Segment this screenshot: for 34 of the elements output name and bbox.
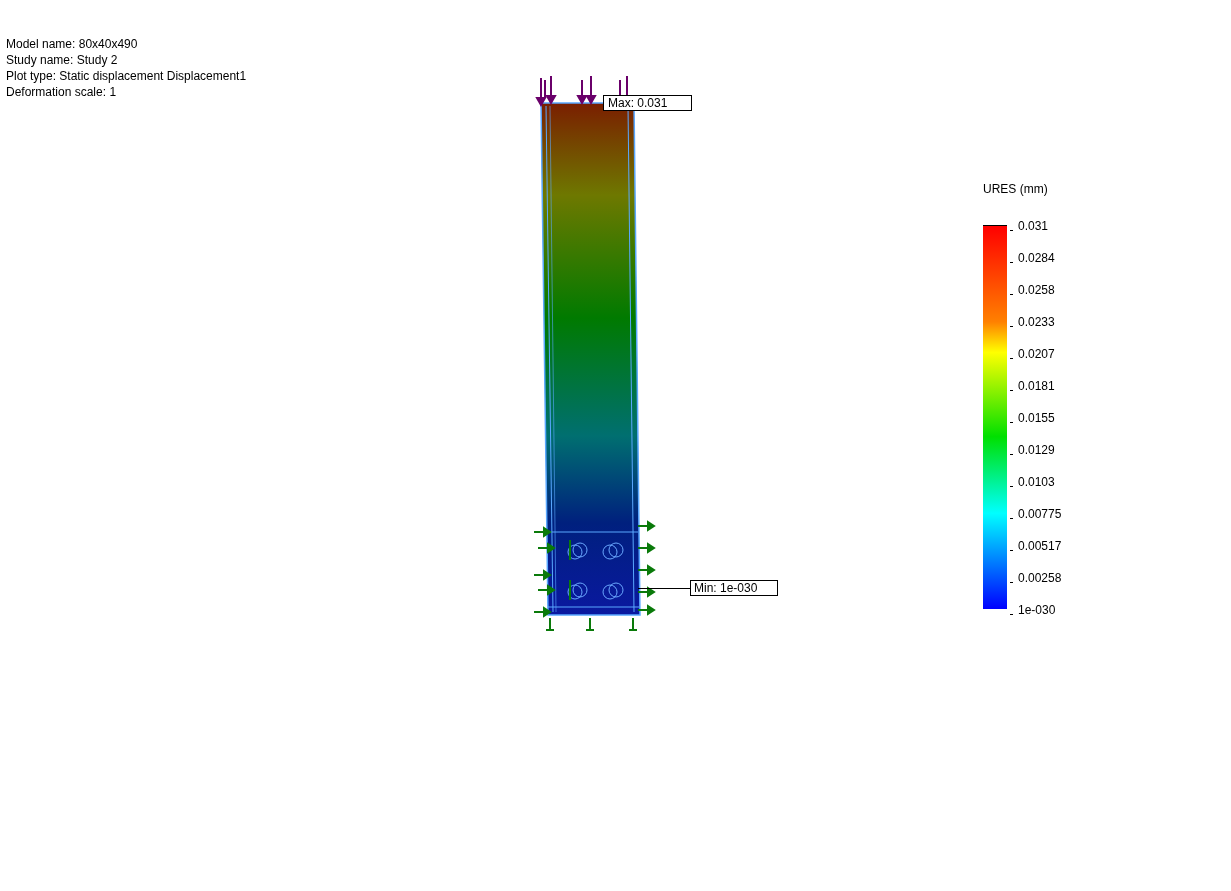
scale-tick: [1010, 325, 1013, 327]
scale-label: 0.0233: [1018, 315, 1055, 329]
scale-label: 0.0181: [1018, 379, 1055, 393]
scale-label: 0.031: [1018, 219, 1049, 233]
scale-tick: [1010, 549, 1013, 551]
scale-label: 0.0207: [1018, 347, 1055, 361]
scale-tick: [1010, 421, 1013, 423]
max-value-label: Max: 0.031: [603, 95, 692, 111]
scale-label: 0.0103: [1018, 475, 1055, 489]
scale-label: 0.00517: [1018, 539, 1062, 553]
plot-info-text: Plot type: Static displacement Displacement1: [6, 68, 247, 84]
scale-tick: [1010, 581, 1013, 583]
scale-tick: [1010, 293, 1013, 295]
legend-title: URES (mm): [983, 182, 1049, 196]
scale-label: 0.00775: [1018, 507, 1062, 521]
scale-label: 0.00258: [1018, 571, 1062, 585]
scale-tick: [1010, 229, 1013, 231]
scale-label: 0.0155: [1018, 411, 1055, 425]
scale-label: 0.0258: [1018, 283, 1055, 297]
scale-tick: [1010, 613, 1013, 615]
scale-tick: [1010, 517, 1013, 519]
plot-info-text: Deformation scale: 1: [6, 84, 118, 100]
plot-info-text: Model name: 80x40x490: [6, 36, 139, 52]
scale-label: 1e-030: [1018, 603, 1056, 617]
min-value-label: Min: 1e-030: [690, 580, 778, 596]
scale-tick: [1010, 453, 1013, 455]
scale-tick: [1010, 485, 1013, 487]
scale-tick: [1010, 357, 1013, 359]
scale-tick: [1010, 389, 1013, 391]
scale-label: 0.0129: [1018, 443, 1055, 457]
scale-label: 0.0284: [1018, 251, 1055, 265]
leader-line: [638, 588, 691, 589]
scale-tick: [1010, 261, 1013, 263]
plot-info-text: Study name: Study 2: [6, 52, 119, 68]
